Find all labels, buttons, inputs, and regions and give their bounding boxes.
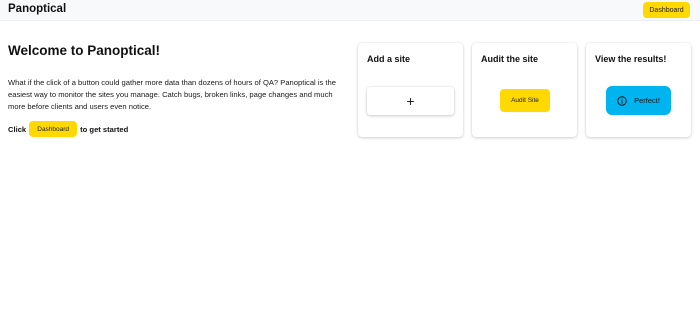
add-site-card: Add a site + <box>358 43 463 137</box>
get-started-line: Click Dashboard to get started <box>8 121 128 137</box>
cta-prefix: Click <box>8 124 27 134</box>
plus-icon: + <box>406 93 415 109</box>
audit-site-button[interactable]: Audit Site <box>500 89 550 112</box>
audit-site-card: Audit the site Audit Site <box>472 43 577 137</box>
inline-dashboard-button[interactable]: Dashboard <box>29 121 78 137</box>
card-title-audit: Audit the site <box>481 54 539 64</box>
dashboard-button[interactable]: Dashboard <box>643 2 690 18</box>
info-icon <box>617 95 627 106</box>
page-title: Welcome to Panoptical! <box>8 43 161 58</box>
intro-text: What if the click of a button could gath… <box>8 78 336 111</box>
card-title-add-site: Add a site <box>367 54 411 64</box>
perfect-label: Perfect! <box>634 96 660 105</box>
cta-suffix: to get started <box>80 124 129 134</box>
brand-logo[interactable]: Panoptical <box>8 3 66 15</box>
add-site-button[interactable]: + <box>367 87 454 115</box>
view-results-card: View the results! Perfect! <box>586 43 691 137</box>
perfect-result-button[interactable]: Perfect! <box>606 86 671 115</box>
card-title-results: View the results! <box>595 54 667 64</box>
top-navbar: Panoptical Dashboard <box>0 0 700 21</box>
